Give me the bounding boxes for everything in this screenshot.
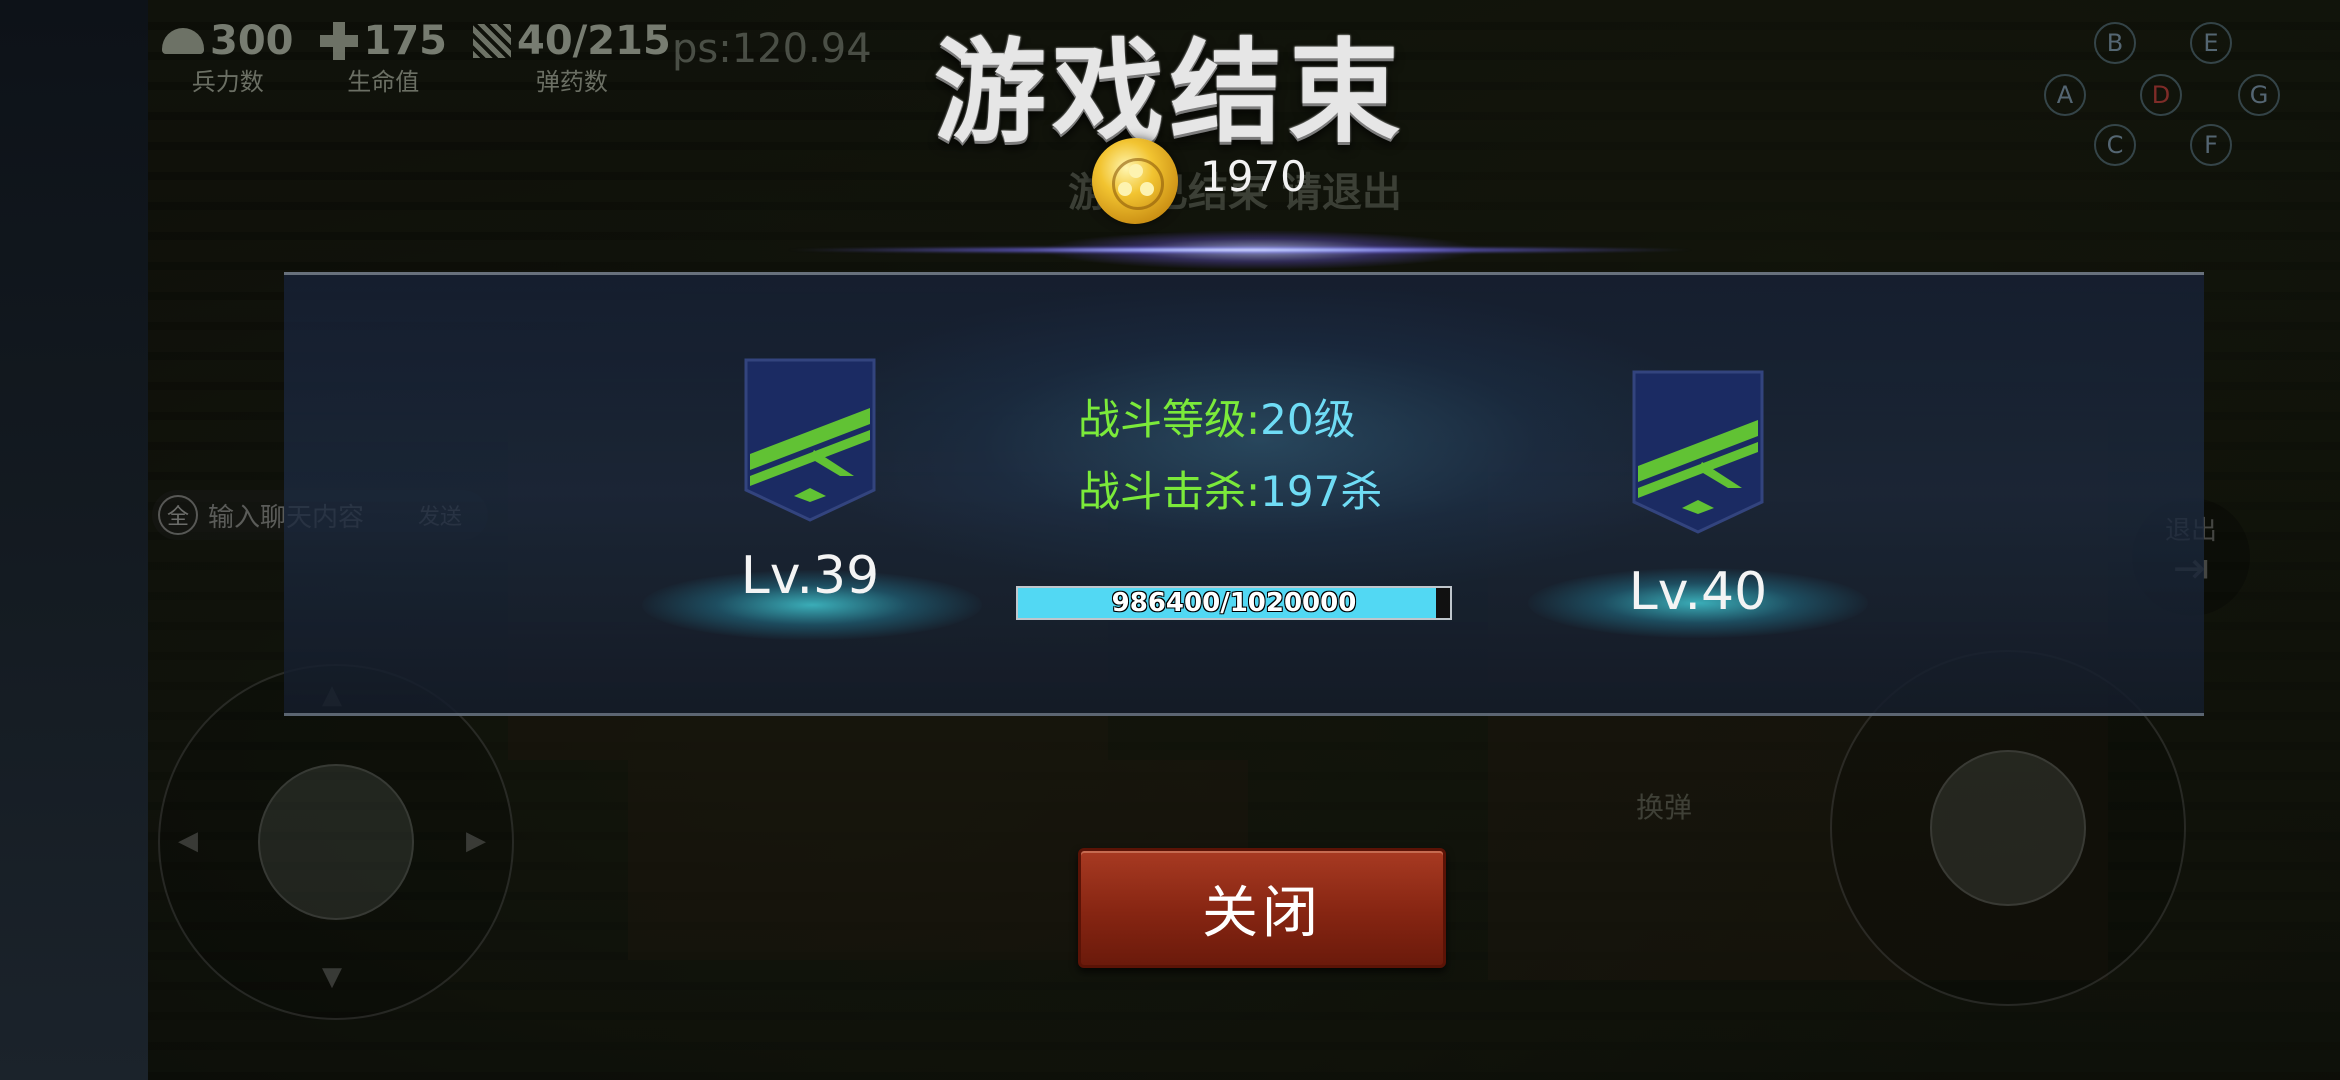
rank-badge-icon — [1632, 370, 1764, 534]
battle-level-key: 战斗等级: — [1078, 395, 1261, 444]
chat-channel-all[interactable]: 全 — [158, 495, 198, 535]
reload-label: 换弹 — [1636, 791, 1693, 824]
close-button[interactable]: 关闭 — [1078, 848, 1446, 968]
level-after: Lv.40 — [1628, 562, 1768, 622]
rank-badge-icon — [744, 358, 876, 522]
joystick-left-arrow-icon: ◀ — [178, 826, 198, 856]
coin-emblem-icon — [1118, 164, 1154, 200]
joystick-down-arrow-icon: ▼ — [322, 962, 342, 992]
battle-level-stat: 战斗等级:20级 — [1078, 386, 1356, 447]
kills-key: 战斗击杀: — [1078, 467, 1261, 516]
xp-progress-text: 986400/1020000 — [1111, 588, 1357, 618]
battle-level-value: 20级 — [1260, 395, 1356, 444]
coin-reward: 1970 — [1200, 152, 1307, 201]
xp-progress-bar: 986400/1020000 — [1016, 586, 1452, 620]
level-before: Lv.39 — [740, 546, 880, 606]
move-joystick-knob[interactable] — [258, 764, 414, 920]
game-over-title: 游戏结束 — [934, 28, 1406, 158]
fire-button[interactable] — [1930, 750, 2086, 906]
light-flare-line — [780, 246, 1700, 254]
kills-value: 197杀 — [1260, 467, 1383, 516]
joystick-right-arrow-icon: ▶ — [466, 826, 486, 856]
kills-stat: 战斗击杀:197杀 — [1078, 458, 1382, 519]
